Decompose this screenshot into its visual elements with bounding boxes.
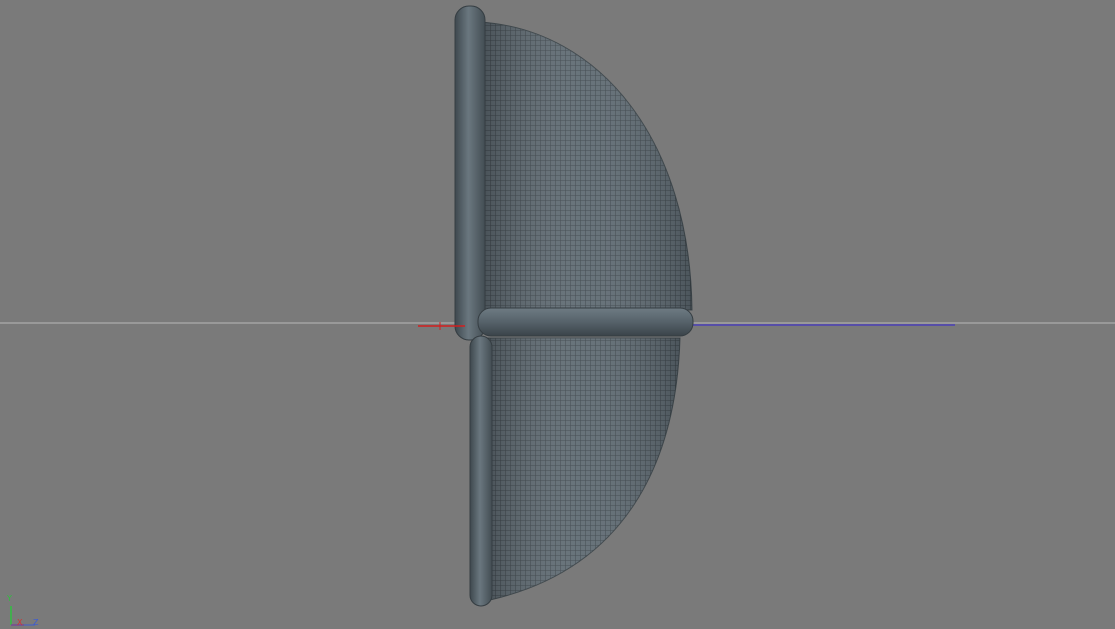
strainer-handle xyxy=(477,307,694,337)
gizmo-y-label: Y xyxy=(7,594,12,603)
3d-viewport[interactable]: Y X Z xyxy=(0,0,1115,629)
strainer-lower-mesh xyxy=(483,337,681,601)
axis-gizmo: Y X Z xyxy=(0,588,60,629)
strainer-rim-upper xyxy=(454,5,486,341)
strainer-rim-lower xyxy=(469,335,493,607)
gizmo-z-label: Z xyxy=(33,618,39,627)
viewport-scene[interactable] xyxy=(0,0,1115,629)
strainer-upper-mesh xyxy=(479,21,693,311)
gizmo-x-label: X xyxy=(17,618,23,627)
